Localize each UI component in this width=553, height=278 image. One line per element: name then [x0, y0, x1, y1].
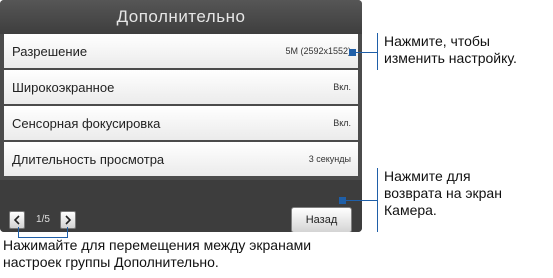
panel-title: Дополнительно — [0, 0, 362, 34]
prev-page-button[interactable] — [9, 211, 25, 229]
callout-setting-change: Нажмите, чтобы изменить настройку. — [384, 33, 517, 67]
settings-list: Разрешение 5M (2592x1552) Широкоэкранное… — [4, 34, 358, 178]
setting-row-touch-focus[interactable]: Сенсорная фокусировка Вкл. — [4, 106, 358, 140]
callout-line: Нажмите, чтобы — [384, 33, 490, 49]
leader-line — [377, 33, 378, 70]
setting-label: Длительность просмотра — [12, 151, 165, 167]
setting-value: 3 секунды — [308, 154, 351, 164]
leader-line — [349, 52, 377, 53]
setting-value: 5M (2592x1552) — [285, 46, 351, 56]
leader-line — [345, 200, 377, 201]
leader-line — [18, 227, 19, 237]
leader-line — [377, 168, 378, 232]
setting-row-resolution[interactable]: Разрешение 5M (2592x1552) — [4, 34, 358, 68]
callout-back-to-camera: Нажмите для возврата на экран Камера. — [384, 168, 502, 219]
setting-row-widescreen[interactable]: Широкоэкранное Вкл. — [4, 70, 358, 104]
chevron-left-icon — [13, 215, 20, 225]
callout-line: Камера. — [384, 202, 437, 218]
leader-line — [67, 227, 68, 237]
callout-line: Нажимайте для перемещения между экранами — [3, 237, 312, 253]
callout-line: возврата на экран — [384, 185, 502, 201]
camera-settings-panel: Дополнительно Разрешение 5M (2592x1552) … — [0, 0, 362, 232]
setting-label: Сенсорная фокусировка — [12, 115, 161, 131]
callout-line: настроек группы Дополнительно. — [3, 254, 219, 270]
page-indicator: 1/5 — [36, 214, 50, 225]
setting-label: Разрешение — [12, 43, 88, 59]
callout-line: изменить настройку. — [384, 50, 517, 66]
setting-value: Вкл. — [333, 118, 351, 128]
chevron-right-icon — [65, 215, 72, 225]
setting-value: Вкл. — [333, 82, 351, 92]
callout-navigation: Нажимайте для перемещения между экранами… — [3, 237, 311, 271]
back-button[interactable]: Назад — [291, 207, 352, 232]
next-page-button[interactable] — [60, 211, 76, 229]
callout-line: Нажмите для — [384, 168, 471, 184]
bottom-bar: 1/5 Назад — [0, 180, 362, 232]
setting-row-review-duration[interactable]: Длительность просмотра 3 секунды — [4, 142, 358, 176]
setting-label: Широкоэкранное — [12, 79, 115, 95]
